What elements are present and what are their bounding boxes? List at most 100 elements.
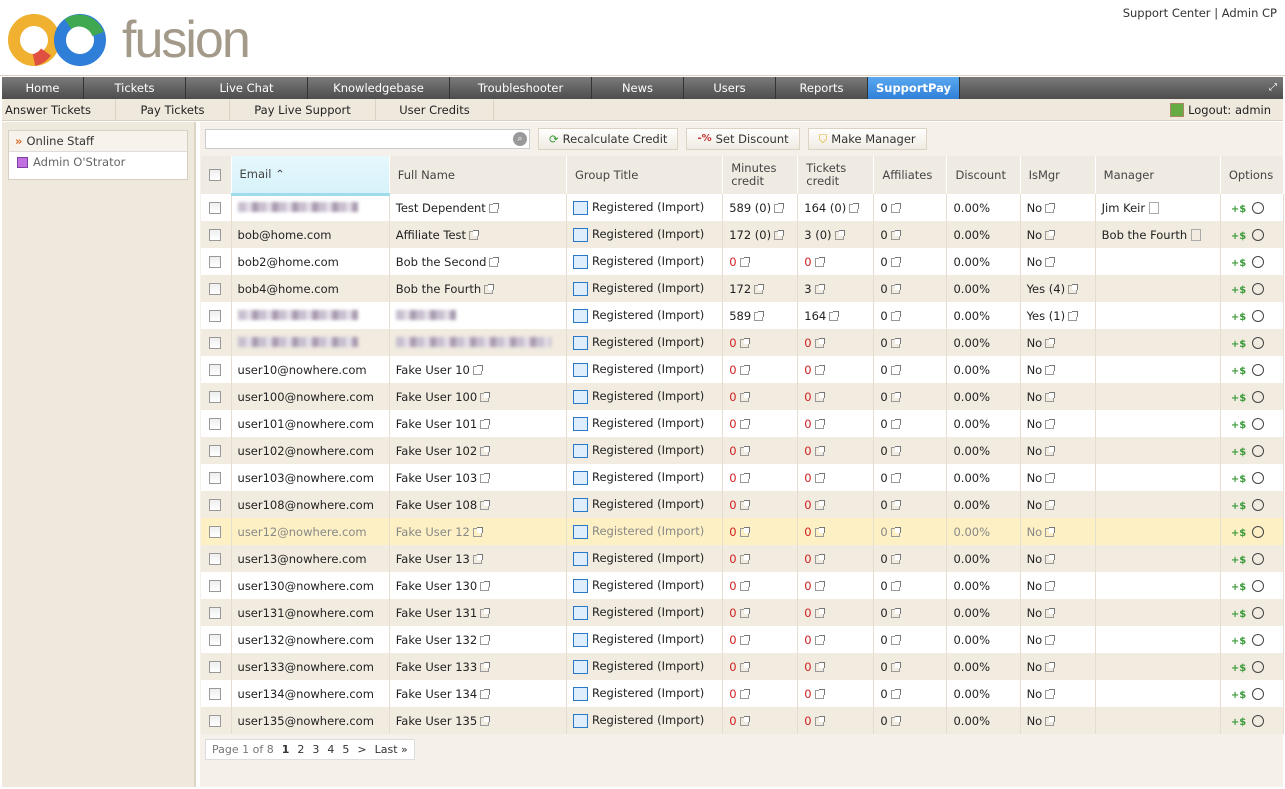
row-checkbox[interactable]	[209, 472, 221, 484]
column-header-full-name[interactable]: Full Name	[389, 156, 567, 194]
table-row[interactable]: user108@nowhere.com Fake User 108 Registe…	[201, 491, 1285, 518]
clock-icon[interactable]	[1252, 472, 1265, 484]
edit-popup-icon[interactable]	[480, 661, 491, 672]
edit-popup-icon[interactable]	[480, 499, 491, 510]
make-manager-button[interactable]: ⛉ Make Manager	[807, 128, 927, 150]
nav-tab-users[interactable]: Users	[684, 77, 776, 99]
edit-popup-icon[interactable]	[1045, 229, 1056, 240]
edit-popup-icon[interactable]	[890, 310, 901, 321]
row-checkbox[interactable]	[209, 337, 221, 349]
edit-popup-icon[interactable]	[814, 256, 825, 267]
edit-popup-icon[interactable]	[814, 634, 825, 645]
clock-icon[interactable]	[1252, 391, 1265, 403]
table-row[interactable]: Test Dependent Registered (Import) 589 (…	[201, 194, 1285, 221]
edit-popup-icon[interactable]	[814, 418, 825, 429]
nav-tab-supportpay[interactable]: SupportPay	[868, 77, 960, 99]
add-credit-icon[interactable]: +$	[1231, 501, 1246, 512]
add-credit-icon[interactable]: +$	[1231, 528, 1246, 539]
edit-popup-icon[interactable]	[472, 553, 483, 564]
edit-popup-icon[interactable]	[814, 391, 825, 402]
add-credit-icon[interactable]: +$	[1231, 420, 1246, 431]
row-checkbox[interactable]	[209, 202, 221, 214]
table-row[interactable]: user135@nowhere.com Fake User 135 Registe…	[201, 707, 1285, 734]
edit-popup-icon[interactable]	[774, 229, 785, 240]
table-row[interactable]: user13@nowhere.com Fake User 13 Registere…	[201, 545, 1285, 572]
add-credit-icon[interactable]: +$	[1231, 609, 1246, 620]
edit-popup-icon[interactable]	[480, 715, 491, 726]
clock-icon[interactable]	[1252, 526, 1265, 538]
logout-link[interactable]: Logout: admin	[1158, 99, 1283, 120]
page-link-5[interactable]: 5	[342, 743, 349, 756]
row-checkbox[interactable]	[209, 661, 221, 673]
table-row[interactable]: user130@nowhere.com Fake User 130 Registe…	[201, 572, 1285, 599]
clock-icon[interactable]	[1252, 661, 1265, 673]
page-link-1[interactable]: 1	[282, 743, 290, 756]
row-checkbox[interactable]	[209, 418, 221, 430]
nav-tab-knowledgebase[interactable]: Knowledgebase	[308, 77, 450, 99]
add-credit-icon[interactable]: +$	[1231, 258, 1246, 269]
column-header-options[interactable]: Options	[1220, 156, 1285, 194]
row-checkbox[interactable]	[209, 310, 221, 322]
edit-popup-icon[interactable]	[739, 553, 750, 564]
table-row[interactable]: user102@nowhere.com Fake User 102 Registe…	[201, 437, 1285, 464]
clock-icon[interactable]	[1252, 445, 1265, 457]
add-credit-icon[interactable]: +$	[1231, 690, 1246, 701]
edit-popup-icon[interactable]	[814, 364, 825, 375]
edit-popup-icon[interactable]	[1045, 580, 1056, 591]
edit-popup-icon[interactable]	[890, 202, 901, 213]
edit-popup-icon[interactable]	[1045, 499, 1056, 510]
edit-popup-icon[interactable]	[890, 337, 901, 348]
column-header-manager[interactable]: Manager	[1095, 156, 1221, 194]
edit-popup-icon[interactable]	[480, 445, 491, 456]
clock-icon[interactable]	[1252, 337, 1265, 349]
edit-popup-icon[interactable]	[739, 256, 750, 267]
table-row[interactable]: user133@nowhere.com Fake User 133 Registe…	[201, 653, 1285, 680]
table-row[interactable]: user134@nowhere.com Fake User 134 Registe…	[201, 680, 1285, 707]
nav-tab-reports[interactable]: Reports	[776, 77, 868, 99]
add-credit-icon[interactable]: +$	[1231, 717, 1246, 728]
next-page-link[interactable]: >	[357, 743, 366, 756]
row-checkbox[interactable]	[209, 526, 221, 538]
edit-popup-icon[interactable]	[890, 229, 901, 240]
edit-popup-icon[interactable]	[739, 418, 750, 429]
nav-tab-home[interactable]: Home	[2, 77, 84, 99]
edit-popup-icon[interactable]	[480, 391, 491, 402]
add-credit-icon[interactable]: +$	[1231, 474, 1246, 485]
edit-popup-icon[interactable]	[1045, 391, 1056, 402]
page-link-2[interactable]: 2	[297, 743, 304, 756]
row-checkbox[interactable]	[209, 256, 221, 268]
add-credit-icon[interactable]: +$	[1231, 312, 1246, 323]
row-checkbox[interactable]	[209, 607, 221, 619]
row-checkbox[interactable]	[209, 715, 221, 727]
row-checkbox[interactable]	[209, 580, 221, 592]
add-credit-icon[interactable]: +$	[1231, 339, 1246, 350]
add-credit-icon[interactable]: +$	[1231, 285, 1246, 296]
column-header-minutes-credit[interactable]: Minutes credit	[722, 156, 799, 194]
column-header-affiliates[interactable]: Affiliates	[873, 156, 948, 194]
subnav-pay-tickets[interactable]: Pay Tickets	[116, 99, 230, 120]
row-checkbox[interactable]	[209, 229, 221, 241]
row-checkbox[interactable]	[209, 634, 221, 646]
table-row[interactable]: user132@nowhere.com Fake User 132 Registe…	[201, 626, 1285, 653]
edit-popup-icon[interactable]	[1045, 526, 1056, 537]
clock-icon[interactable]	[1252, 688, 1265, 700]
edit-popup-icon[interactable]	[814, 337, 825, 348]
edit-popup-icon[interactable]	[814, 472, 825, 483]
edit-popup-icon[interactable]	[480, 580, 491, 591]
edit-popup-icon[interactable]	[480, 634, 491, 645]
row-checkbox[interactable]	[209, 553, 221, 565]
edit-popup-icon[interactable]	[1068, 283, 1079, 294]
select-all-checkbox[interactable]	[209, 169, 221, 181]
edit-popup-icon[interactable]	[739, 499, 750, 510]
add-credit-icon[interactable]: +$	[1231, 582, 1246, 593]
edit-popup-icon[interactable]	[739, 445, 750, 456]
nav-tab-news[interactable]: News	[592, 77, 684, 99]
edit-popup-icon[interactable]	[1045, 634, 1056, 645]
edit-popup-icon[interactable]	[1045, 553, 1056, 564]
edit-popup-icon[interactable]	[480, 472, 491, 483]
row-checkbox[interactable]	[209, 283, 221, 295]
row-checkbox[interactable]	[209, 364, 221, 376]
edit-popup-icon[interactable]	[754, 283, 765, 294]
edit-popup-icon[interactable]	[814, 715, 825, 726]
page-link-3[interactable]: 3	[312, 743, 319, 756]
